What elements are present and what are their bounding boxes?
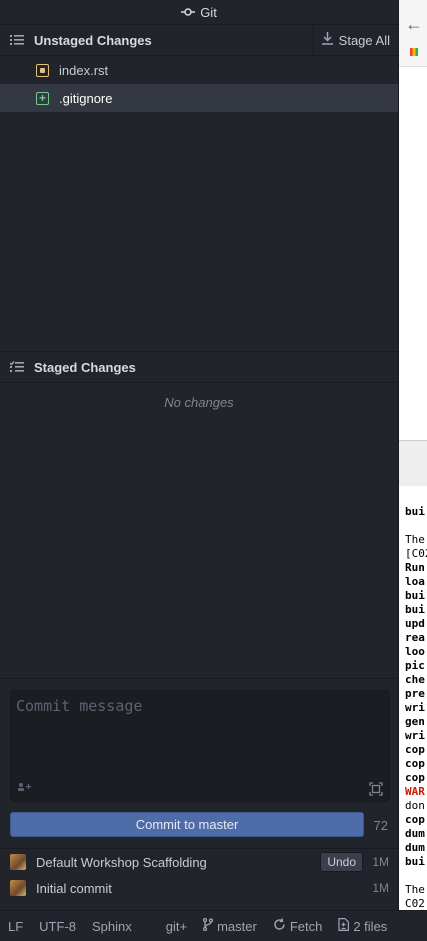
file-name: index.rst	[59, 62, 109, 78]
files-changed-label: 2 files	[353, 918, 388, 934]
fetch-label: Fetch	[289, 918, 323, 934]
stage-all-button[interactable]: Stage All	[312, 25, 398, 55]
recent-commit-item[interactable]: Initial commit 1M	[0, 875, 398, 901]
git-panel: Git Unstaged Changes Stage All index.rst…	[0, 0, 398, 940]
undo-button[interactable]: Undo	[320, 852, 363, 872]
stage-all-label: Stage All	[338, 32, 390, 48]
terminal-output: bui The [C02 Run loa bui bui upd rea loo…	[399, 505, 427, 940]
file-item-gitignore[interactable]: + .gitignore	[0, 84, 398, 112]
file-name: .gitignore	[59, 90, 113, 106]
commit-button[interactable]: Commit to master	[10, 812, 364, 837]
terminal-line: don	[405, 799, 425, 812]
panel-title-text: Git	[200, 4, 217, 20]
commit-message-input[interactable]	[11, 691, 389, 771]
terminal-line: The	[405, 883, 425, 896]
browser-toolbar: ←	[399, 0, 427, 67]
list-unordered-icon	[10, 33, 24, 47]
fetch-button[interactable]: Fetch	[265, 918, 331, 934]
status-bar: LF UTF-8 Sphinx git+ master Fetch 2 file…	[0, 910, 427, 941]
browser-status-strip	[399, 440, 427, 486]
co-author-icon[interactable]	[17, 782, 31, 795]
grammar-indicator[interactable]: Sphinx	[84, 919, 140, 934]
terminal-line: upd	[405, 617, 425, 630]
staged-title: Staged Changes	[34, 359, 136, 375]
background-window-area: ← bui The [C02 Run loa bui bui upd rea l…	[398, 0, 427, 940]
terminal-line: wri	[405, 701, 425, 714]
terminal-line: bui	[405, 855, 425, 868]
git-branch-icon	[202, 917, 214, 934]
terminal-line: dum	[405, 841, 425, 854]
terminal-line: The	[405, 533, 425, 546]
file-modified-icon	[36, 63, 49, 77]
terminal-line: pic	[405, 659, 425, 672]
staged-section: Staged Changes No changes	[0, 351, 398, 410]
terminal-line: bui	[405, 603, 425, 616]
branch-indicator[interactable]: master	[195, 917, 265, 934]
unstaged-title: Unstaged Changes	[34, 32, 152, 48]
terminal-line: gen	[405, 715, 425, 728]
line-ending-indicator[interactable]: LF	[0, 919, 31, 934]
commit-message-box	[10, 690, 390, 802]
git-plus-indicator[interactable]: git+	[158, 919, 195, 934]
terminal-line: WAR	[405, 785, 425, 798]
recent-commit-item[interactable]: Default Workshop Scaffolding Undo 1M	[0, 849, 398, 875]
terminal-line: cop	[405, 771, 425, 784]
terminal-line: bui	[405, 589, 425, 602]
recent-commits-list: Default Workshop Scaffolding Undo 1M Ini…	[0, 848, 398, 901]
no-changes-text: No changes	[164, 395, 234, 410]
download-icon	[321, 32, 333, 48]
git-commit-icon	[181, 5, 196, 20]
terminal-line: loa	[405, 575, 425, 588]
tasklist-icon	[10, 360, 24, 374]
terminal-line: dum	[405, 827, 425, 840]
terminal-line: pre	[405, 687, 425, 700]
terminal-line: che	[405, 673, 425, 686]
commit-time: 1M	[372, 881, 389, 895]
unstaged-file-list: index.rst + .gitignore	[0, 56, 398, 112]
commit-area: Commit to master 72 Default Workshop Sca…	[0, 678, 398, 896]
avatar	[10, 880, 26, 896]
back-arrow-icon[interactable]: ←	[405, 14, 423, 35]
branch-name: master	[217, 918, 257, 934]
apps-icon[interactable]	[410, 48, 418, 56]
commit-message: Default Workshop Scaffolding	[36, 854, 207, 870]
terminal-line: cop	[405, 743, 425, 756]
panel-title[interactable]: Git	[0, 0, 398, 25]
terminal-line: rea	[405, 631, 425, 644]
file-item-index-rst[interactable]: index.rst	[0, 56, 398, 84]
expand-icon[interactable]	[369, 782, 383, 796]
commit-message: Initial commit	[36, 880, 112, 896]
staged-header[interactable]: Staged Changes	[0, 352, 398, 383]
terminal-line: loo	[405, 645, 425, 658]
terminal-line: wri	[405, 729, 425, 742]
commit-time: 1M	[372, 855, 389, 869]
avatar	[10, 854, 26, 870]
terminal-line: cop	[405, 813, 425, 826]
file-added-icon: +	[36, 91, 49, 105]
terminal-line: [C02	[405, 547, 427, 560]
terminal-line: Run	[405, 561, 425, 574]
remaining-chars: 72	[373, 818, 388, 833]
files-changed-indicator[interactable]: 2 files	[330, 918, 395, 934]
unstaged-header[interactable]: Unstaged Changes Stage All	[0, 25, 398, 56]
diff-icon	[338, 918, 350, 934]
sync-icon	[273, 918, 286, 934]
terminal-line: bui	[405, 505, 425, 518]
encoding-indicator[interactable]: UTF-8	[31, 919, 84, 934]
terminal-line: C02	[405, 897, 425, 910]
terminal-line: cop	[405, 757, 425, 770]
